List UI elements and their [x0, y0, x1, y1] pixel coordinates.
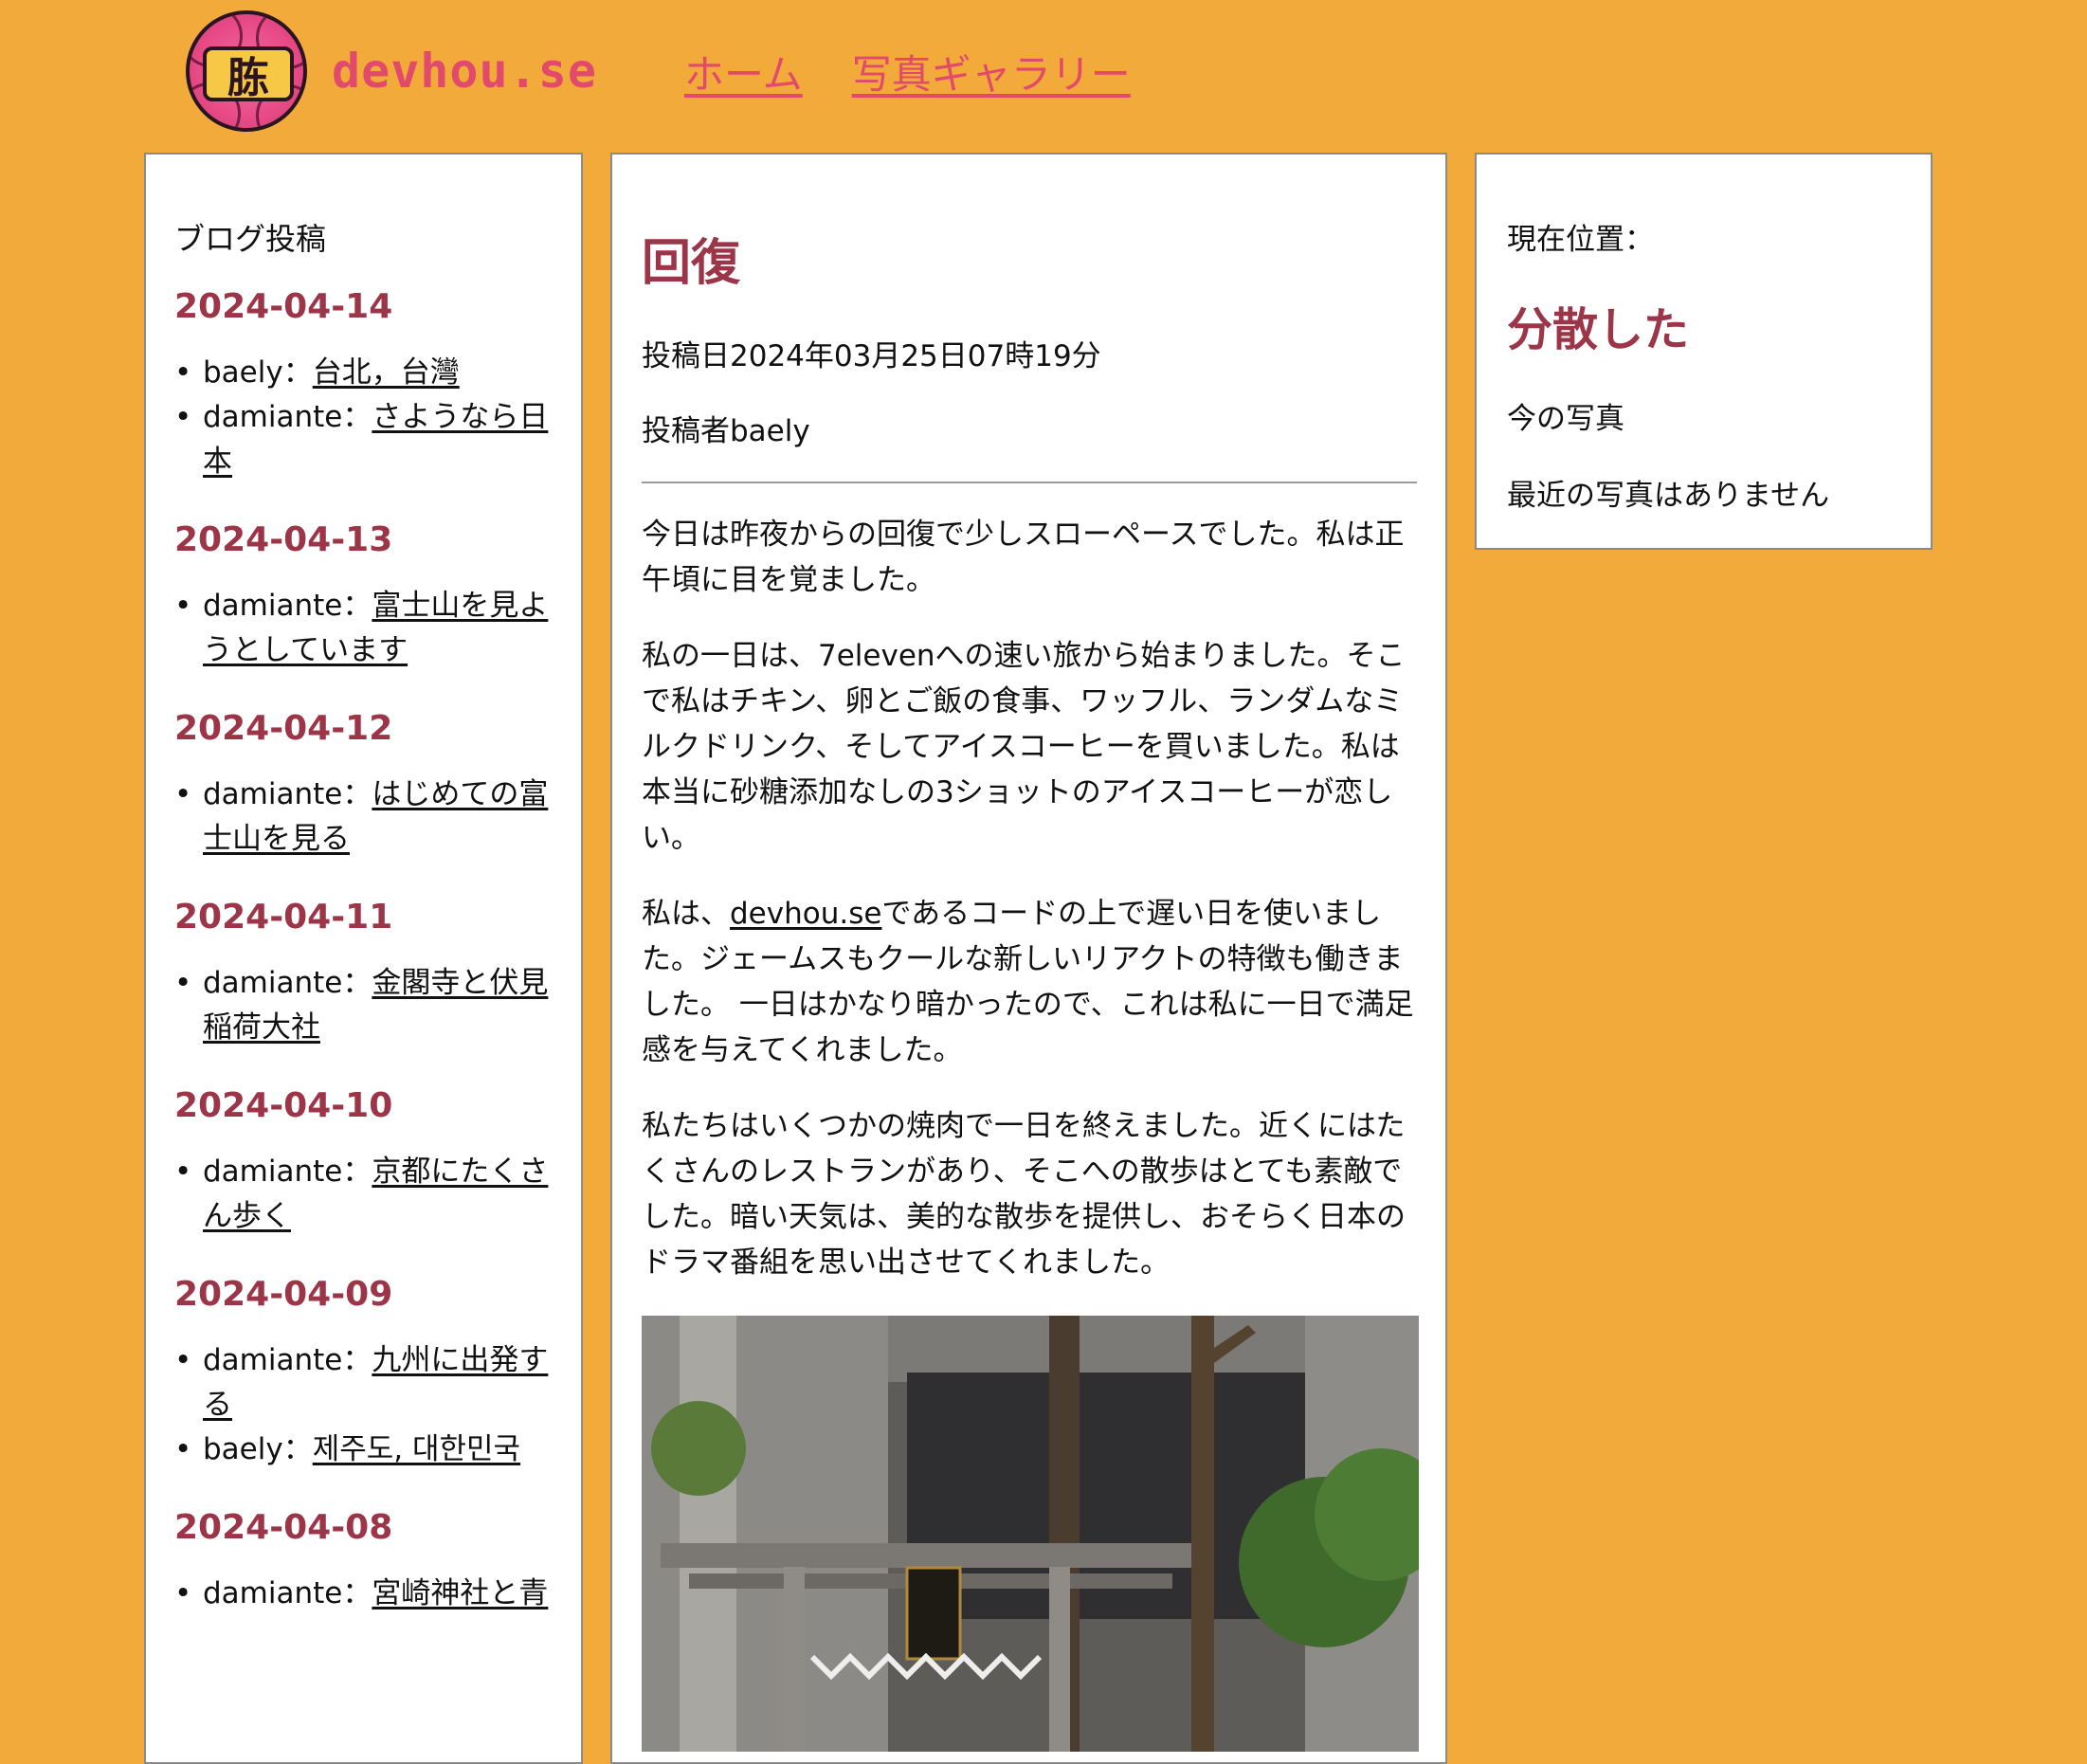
- list-item: baely：제주도, 대한민국: [174, 1428, 563, 1472]
- logo-glyph: 胨: [203, 46, 294, 102]
- list-item: damiante：はじめての富士山を見る: [174, 773, 563, 862]
- post-link[interactable]: 제주도, 대한민국: [313, 1432, 520, 1466]
- post-list: damiante：富士山を見ようとしています: [174, 584, 581, 673]
- nav-home-link[interactable]: ホーム: [684, 43, 803, 100]
- date-heading: 2024-04-13: [174, 520, 393, 559]
- post-list: damiante：金閣寺と伏見稲荷大社: [174, 961, 581, 1050]
- post-link[interactable]: 宮崎神社と青: [372, 1576, 548, 1610]
- post-author: damiante：: [203, 589, 372, 623]
- post-author: 投稿者baely: [642, 414, 810, 448]
- nav-gallery-link[interactable]: 写真ギャラリー: [852, 43, 1131, 100]
- site-header: 胨 devhou.se ホーム 写真ギャラリー: [186, 9, 1131, 133]
- date-heading: 2024-04-12: [174, 709, 393, 748]
- post-author: baely：: [203, 355, 313, 390]
- post-paragraph: 今日は昨夜からの回復で少しスローペースでした。私は正午頃に目を覚ました。: [642, 518, 1405, 597]
- post-photo[interactable]: [642, 1316, 1419, 1752]
- date-heading: 2024-04-10: [174, 1086, 393, 1125]
- list-item: damiante：九州に出発する: [174, 1338, 563, 1428]
- location-value: 分散した: [1507, 303, 1690, 356]
- list-item: damiante：さようなら日本: [174, 395, 563, 484]
- list-item: baely：台北，台灣: [174, 351, 563, 395]
- devhouse-link[interactable]: devhou.se: [730, 897, 881, 931]
- post-author: damiante：: [203, 1576, 372, 1610]
- post-list: damiante：九州に出発する baely：제주도, 대한민국: [174, 1338, 581, 1472]
- blog-posts-sidebar: ブログ投稿 2024-04-14 baely：台北，台灣 damiante：さよ…: [144, 153, 583, 1764]
- site-logo[interactable]: 胨: [186, 10, 307, 132]
- photos-label: 今の写真: [1507, 402, 1624, 436]
- divider: [642, 482, 1417, 483]
- post-date: 投稿日2024年03月25日07時19分: [642, 339, 1101, 373]
- post-paragraph: 私たちはいくつかの焼肉で一日を終えました。近くにはたくさんのレストランがあり、そ…: [642, 1109, 1406, 1280]
- paragraph-text: 私は、: [642, 897, 730, 931]
- main-nav: ホーム 写真ギャラリー: [684, 43, 1131, 100]
- blog-post-article: 回復 投稿日2024年03月25日07時19分 投稿者baely 今日は昨夜から…: [610, 153, 1447, 1764]
- post-author: damiante：: [203, 400, 372, 434]
- date-heading: 2024-04-09: [174, 1275, 393, 1314]
- site-name[interactable]: devhou.se: [332, 44, 597, 99]
- post-list: baely：台北，台灣 damiante：さようなら日本: [174, 351, 581, 484]
- list-item: damiante：京都にたくさん歩く: [174, 1150, 563, 1239]
- date-heading: 2024-04-14: [174, 287, 393, 326]
- post-author: damiante：: [203, 966, 372, 1000]
- post-author: damiante：: [203, 1343, 372, 1377]
- list-item: damiante：宮崎神社と青: [174, 1572, 563, 1616]
- post-list: damiante：はじめての富士山を見る: [174, 773, 581, 862]
- date-heading: 2024-04-08: [174, 1508, 393, 1547]
- location-label: 現在位置：: [1507, 223, 1654, 257]
- post-list: damiante：京都にたくさん歩く: [174, 1150, 581, 1239]
- post-title: 回復: [642, 235, 741, 292]
- no-photos-text: 最近の写真はありません: [1507, 479, 1830, 513]
- list-item: damiante：富士山を見ようとしています: [174, 584, 563, 673]
- post-author: damiante：: [203, 1155, 372, 1189]
- post-paragraph: 私の一日は、7elevenへの速い旅から始まりました。そこで私はチキン、卵とご飯…: [642, 639, 1406, 855]
- date-heading: 2024-04-11: [174, 898, 393, 937]
- location-panel: 現在位置： 分散した 今の写真 最近の写真はありません: [1475, 153, 1933, 550]
- post-author: baely：: [203, 1432, 313, 1466]
- post-link[interactable]: 台北，台灣: [313, 355, 460, 390]
- post-paragraph: 私は、devhou.seであるコードの上で遅い日を使いました。ジェームスもクール…: [642, 891, 1417, 1073]
- post-list: damiante：宮崎神社と青: [174, 1572, 581, 1616]
- sidebar-heading: ブログ投稿: [174, 221, 327, 257]
- post-author: damiante：: [203, 777, 372, 811]
- list-item: damiante：金閣寺と伏見稲荷大社: [174, 961, 563, 1050]
